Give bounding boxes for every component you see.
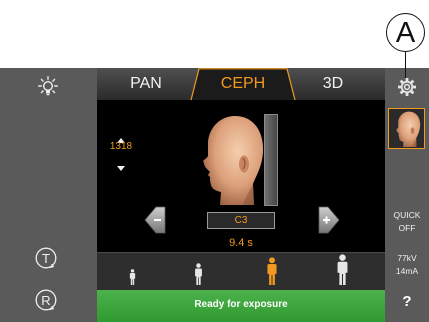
- ear-rod-bar: [264, 114, 278, 206]
- vertebra-value: C3: [234, 215, 248, 226]
- status-text: Ready for exposure: [194, 298, 288, 310]
- quick-label: QUICK: [393, 210, 421, 220]
- quick-off-button[interactable]: QUICK OFF: [385, 209, 429, 235]
- patient-preview-area: 1318 C3 9.4 s: [97, 100, 385, 252]
- callout-a: A: [386, 13, 425, 52]
- ma-value: 14mA: [395, 266, 419, 276]
- person-small-icon[interactable]: [129, 269, 136, 285]
- plus-arrow-icon[interactable]: [318, 205, 340, 235]
- tab-ceph[interactable]: CEPH: [203, 68, 283, 100]
- tab-3d[interactable]: 3D: [293, 68, 373, 100]
- triangle-up-icon[interactable]: [117, 130, 125, 143]
- height-value: 1318: [109, 141, 133, 152]
- tab-pan[interactable]: PAN: [106, 68, 186, 100]
- help-button[interactable]: ?: [385, 294, 429, 310]
- lightbulb-icon[interactable]: [37, 76, 59, 98]
- r-button[interactable]: R: [34, 288, 58, 312]
- minus-arrow-icon[interactable]: [144, 205, 166, 235]
- gear-icon[interactable]: [397, 77, 417, 97]
- t-button[interactable]: T: [34, 246, 58, 270]
- patient-head-image: [195, 112, 265, 205]
- person-xlarge-icon[interactable]: [336, 254, 349, 285]
- exposure-values-button[interactable]: 77kV 14mA: [385, 252, 429, 278]
- status-bar: Ready for exposure: [97, 290, 385, 322]
- exposure-time: 9.4 s: [229, 237, 253, 249]
- kv-value: 77kV: [397, 253, 417, 263]
- person-medium-icon[interactable]: [194, 263, 203, 285]
- callout-leader-line: [404, 51, 406, 78]
- person-large-icon[interactable]: [266, 257, 278, 285]
- r-button-label: R: [41, 292, 51, 308]
- patient-size-selector: [97, 252, 385, 290]
- right-sidebar: QUICK OFF 77kV 14mA ?: [385, 68, 429, 322]
- off-label: OFF: [398, 223, 416, 233]
- t-button-label: T: [42, 250, 50, 266]
- vertebra-display: C3: [207, 212, 275, 229]
- callout-label: A: [395, 17, 416, 49]
- mode-tabs: PAN CEPH 3D: [97, 68, 385, 100]
- head-thumbnail-icon[interactable]: [388, 108, 425, 149]
- left-sidebar: T R: [0, 68, 97, 322]
- triangle-down-icon[interactable]: [117, 158, 125, 171]
